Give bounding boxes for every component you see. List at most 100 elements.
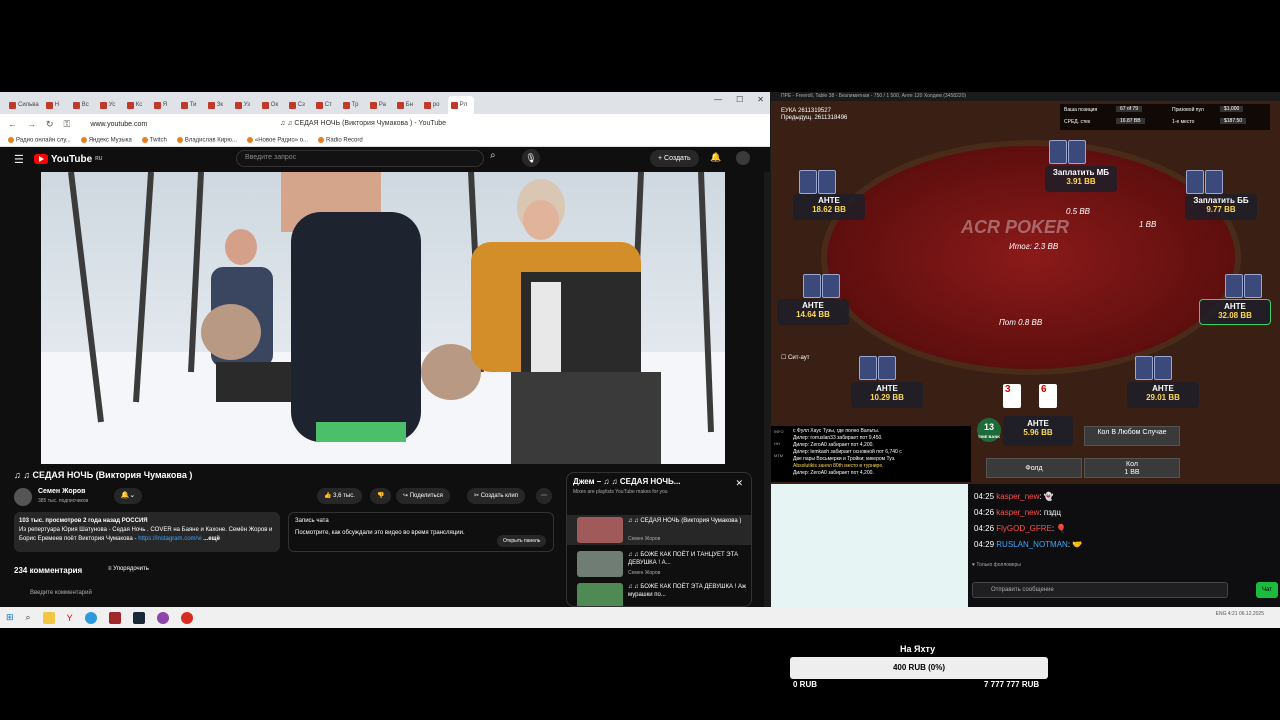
- youtube-logo-text: YouTube: [50, 153, 93, 165]
- seat-small-blind[interactable]: Заплатить МБ 3.91 BB: [1045, 166, 1117, 192]
- url-field[interactable]: www.youtube.com: [90, 121, 147, 128]
- call-any-button[interactable]: Кол В Любом Случае: [1084, 426, 1180, 446]
- mix-item[interactable]: ♫ ♫ СЕДАЯ НОЧЬ (Виктория Чумакова ) Семе…: [567, 515, 751, 545]
- open-panel-button[interactable]: Открыть панель: [497, 535, 547, 547]
- bookmark-item[interactable]: Radio Record: [318, 136, 363, 143]
- chat-input[interactable]: Отправить сообщение: [972, 582, 1228, 598]
- browser-tab[interactable]: Бн: [394, 96, 420, 114]
- yandex-icon[interactable]: Y: [67, 613, 73, 623]
- browser-tab[interactable]: Ра: [367, 96, 393, 114]
- minimize-icon[interactable]: —: [714, 95, 722, 104]
- bookmark-item[interactable]: Владислав Кирю...: [176, 136, 237, 143]
- bookmark-icon: [176, 136, 183, 143]
- browser-tab[interactable]: Ус: [97, 96, 123, 114]
- browser-tab[interactable]: Ти: [178, 96, 204, 114]
- windows-start-icon[interactable]: ⊞: [6, 612, 14, 623]
- chat-user[interactable]: FlyGOD_GFRE: [996, 524, 1052, 533]
- chat-time: 04:29: [974, 540, 995, 549]
- reload-icon[interactable]: ↻: [46, 119, 54, 130]
- share-button[interactable]: ↪ Поделиться: [396, 488, 450, 504]
- seat[interactable]: АНТЕ 14.64 BB: [777, 299, 849, 325]
- seat[interactable]: АНТЕ 29.01 BB: [1127, 382, 1199, 408]
- search-input[interactable]: Введите запрос: [236, 150, 484, 167]
- seat[interactable]: АНТЕ 18.62 BB: [793, 194, 865, 220]
- avatar[interactable]: [736, 151, 750, 165]
- browser-tab[interactable]: ро: [421, 96, 447, 114]
- browser-tab[interactable]: Вс: [70, 96, 96, 114]
- browser-tab[interactable]: Ст: [313, 96, 339, 114]
- browser-tab[interactable]: Зк: [205, 96, 231, 114]
- mix-item[interactable]: ♫ ♫ БОЖЕ КАК ПОЁТ И ТАНЦУЕТ ЭТА ДЕВУШКА …: [567, 549, 751, 579]
- browser-tab[interactable]: Сильва: [6, 96, 42, 114]
- system-tray[interactable]: ENG 4:21 06.12.2025: [1216, 611, 1264, 617]
- folder-icon[interactable]: [42, 611, 55, 624]
- close-icon[interactable]: ✕: [735, 478, 743, 489]
- sort-button[interactable]: ≡ Упорядочить: [108, 566, 149, 572]
- create-button[interactable]: + Создать: [650, 150, 699, 167]
- call-button[interactable]: Кол 1 BB: [1084, 458, 1180, 478]
- video-player[interactable]: [41, 172, 725, 464]
- chat-user[interactable]: RUSLAN_NOTMAN: [996, 540, 1068, 549]
- forward-icon[interactable]: →: [27, 119, 36, 129]
- browser-tab[interactable]: Кс: [124, 96, 150, 114]
- browser-icon[interactable]: [84, 611, 97, 624]
- sit-out-checkbox[interactable]: ☐ Сит-аут: [781, 354, 810, 361]
- back-icon[interactable]: ←: [8, 119, 17, 129]
- bookmarks-bar: Радио онлайн слу... Яндекс Музыка Twitch Вл…: [0, 134, 770, 147]
- mic-icon[interactable]: 🎙: [522, 149, 540, 167]
- log-tab-mtm[interactable]: MTM: [774, 452, 783, 459]
- chat-message: 04:25 kasper_new: 👻: [974, 492, 1054, 501]
- seat[interactable]: АНТЕ 10.29 BB: [851, 382, 923, 408]
- browser-tab[interactable]: Ок: [259, 96, 285, 114]
- browser-tab[interactable]: Тр: [340, 96, 366, 114]
- bookmark-item[interactable]: Яндекс Музыка: [80, 136, 132, 143]
- search-icon[interactable]: ⌕: [490, 150, 496, 161]
- description-more[interactable]: ...ещё: [203, 536, 220, 542]
- browser-tab[interactable]: Сз: [286, 96, 312, 114]
- time-bank-button[interactable]: 13 TIME BANK: [977, 418, 1001, 442]
- search-icon[interactable]: ⌕: [26, 612, 31, 623]
- browser-tab[interactable]: Н: [43, 96, 69, 114]
- description-text: Из репертуара Юрия Шатунова - Седая Ночь…: [19, 526, 275, 544]
- obs-icon[interactable]: [156, 611, 169, 624]
- poker-app-icon[interactable]: [108, 611, 121, 624]
- browser-tab[interactable]: Уз: [232, 96, 258, 114]
- bookmark-item[interactable]: Радио онлайн слу...: [8, 136, 71, 143]
- fold-button[interactable]: Фолд: [986, 458, 1082, 478]
- seat-big-blind[interactable]: Заплатить ББ 9.77 BB: [1185, 194, 1257, 220]
- mix-item[interactable]: ♫ ♫ БОЖЕ КАК ПОЁТ ЭТА ДЕВУШКА ! Аж мураш…: [567, 581, 751, 606]
- dislike-button[interactable]: 👎: [370, 488, 392, 504]
- scrollbar[interactable]: [764, 172, 770, 607]
- subscribed-bell-button[interactable]: 🔔⌄: [114, 488, 142, 504]
- bell-icon[interactable]: 🔔: [710, 152, 721, 163]
- more-icon[interactable]: ⋯: [536, 488, 552, 504]
- browser-tab[interactable]: Я: [151, 96, 177, 114]
- bookmark-item[interactable]: Twitch: [141, 136, 167, 143]
- steam-icon[interactable]: [132, 611, 145, 624]
- close-icon[interactable]: ✕: [757, 95, 764, 104]
- channel-avatar[interactable]: [14, 488, 32, 506]
- poker-table: [821, 140, 1241, 375]
- tab-label: Кс: [135, 102, 143, 108]
- tab-favicon-icon: [99, 101, 107, 109]
- record-icon[interactable]: [180, 611, 193, 624]
- description-link[interactable]: https://instagram.com/vi: [138, 536, 201, 542]
- add-comment-input[interactable]: Введите комментарий: [30, 590, 92, 596]
- browser-tab[interactable]: Рл: [447, 96, 474, 114]
- log-tab-info[interactable]: INFO: [774, 428, 784, 435]
- clip-button[interactable]: ✂ Создать клип: [467, 488, 525, 504]
- chat-user[interactable]: kasper_new: [996, 492, 1039, 501]
- description-box[interactable]: 103 тыс. просмотров 2 года назад РОССИЯ …: [14, 512, 280, 552]
- maximize-icon[interactable]: ☐: [736, 95, 743, 104]
- log-tab-hh[interactable]: HH: [774, 440, 780, 447]
- menu-icon[interactable]: ☰: [14, 153, 24, 166]
- chat-send-button[interactable]: Чат: [1256, 582, 1278, 598]
- seat-active[interactable]: АНТЕ 32.08 BB: [1199, 299, 1271, 325]
- bookmark-item[interactable]: «Новое Радио» о...: [246, 136, 308, 143]
- chat-user[interactable]: kasper_new: [996, 508, 1039, 517]
- like-button[interactable]: 👍 3,6 тыс.: [317, 488, 362, 504]
- seat-name: АНТЕ: [1152, 384, 1174, 393]
- youtube-logo[interactable]: YouTube RU: [33, 153, 102, 165]
- channel-name[interactable]: Семен Жоров: [38, 488, 85, 495]
- prev-hand-id[interactable]: Предыдущ. 2611318496: [781, 115, 847, 122]
